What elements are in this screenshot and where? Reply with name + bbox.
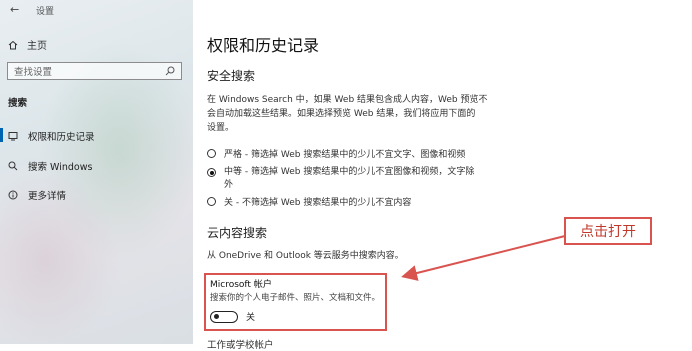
search-icon (8, 161, 18, 171)
info-icon (8, 190, 18, 200)
cloud-search-description: 从 OneDrive 和 Outlook 等云服务中搜索内容。 (207, 251, 404, 261)
sidebar: ← 设置 主页 查找设置 搜索 权限和历史记录 搜索 Windows 更多详情 (0, 0, 193, 344)
sidebar-item-more-details[interactable]: 更多详情 (8, 188, 66, 202)
search-icon[interactable] (165, 66, 175, 76)
sidebar-item-permissions[interactable]: 权限和历史记录 (8, 129, 95, 143)
sidebar-item-label: 主页 (27, 41, 47, 52)
home-icon (8, 40, 18, 49)
microsoft-account-toggle[interactable] (210, 310, 238, 323)
sidebar-item-label: 权限和历史记录 (28, 132, 95, 143)
sidebar-section-label: 搜索 (8, 98, 28, 109)
toggle-knob (214, 313, 219, 319)
cloud-search-heading: 云内容搜索 (207, 226, 268, 240)
permissions-icon (8, 132, 18, 141)
microsoft-account-title: Microsoft 帐户 (210, 280, 272, 290)
back-arrow-icon[interactable]: ← (10, 3, 19, 16)
search-placeholder: 查找设置 (14, 67, 53, 78)
radio-label: 关 - 不筛选掉 Web 搜索结果中的少儿不宜内容 (224, 198, 412, 208)
safe-search-description: 在 Windows Search 中，如果 Web 结果包含成人内容，Web 预… (207, 95, 488, 133)
sidebar-item-label: 搜索 Windows (28, 162, 93, 173)
active-indicator (0, 128, 3, 142)
safe-search-heading: 安全搜索 (207, 69, 256, 83)
toggle-state-label: 关 (246, 313, 256, 323)
radio-button[interactable] (207, 197, 216, 206)
radio-moderate[interactable]: 中等 - 筛选掉 Web 搜索结果中的少儿不宜图像和视频，文字除 外 (207, 166, 474, 192)
radio-label: 严格 - 筛选掉 Web 搜索结果中的少儿不宜文字、图像和视频 (224, 150, 466, 160)
work-school-account-heading: 工作或学校帐户 (207, 340, 274, 351)
sidebar-item-search-windows[interactable]: 搜索 Windows (8, 159, 92, 173)
sidebar-item-home[interactable]: 主页 (8, 37, 47, 52)
page-title: 权限和历史记录 (207, 36, 320, 55)
radio-button[interactable] (207, 149, 216, 158)
radio-strict[interactable]: 严格 - 筛选掉 Web 搜索结果中的少儿不宜文字、图像和视频 (207, 147, 465, 160)
main-pane: 权限和历史记录 安全搜索 在 Windows Search 中，如果 Web 结… (193, 0, 692, 351)
settings-search-input[interactable]: 查找设置 (7, 62, 182, 80)
microsoft-account-description: 搜索你的个人电子邮件、照片、文档和文件。 (210, 293, 381, 303)
sidebar-item-label: 更多详情 (28, 191, 67, 202)
radio-button-selected[interactable] (207, 168, 216, 177)
microsoft-account-toggle-row: 关 (210, 310, 255, 323)
radio-label: 中等 - 筛选掉 Web 搜索结果中的少儿不宜图像和视频，文字除 外 (224, 167, 475, 190)
radio-off[interactable]: 关 - 不筛选掉 Web 搜索结果中的少儿不宜内容 (207, 195, 411, 208)
annotation-callout: 点击打开 (564, 217, 652, 245)
app-title: 设置 (36, 7, 55, 17)
